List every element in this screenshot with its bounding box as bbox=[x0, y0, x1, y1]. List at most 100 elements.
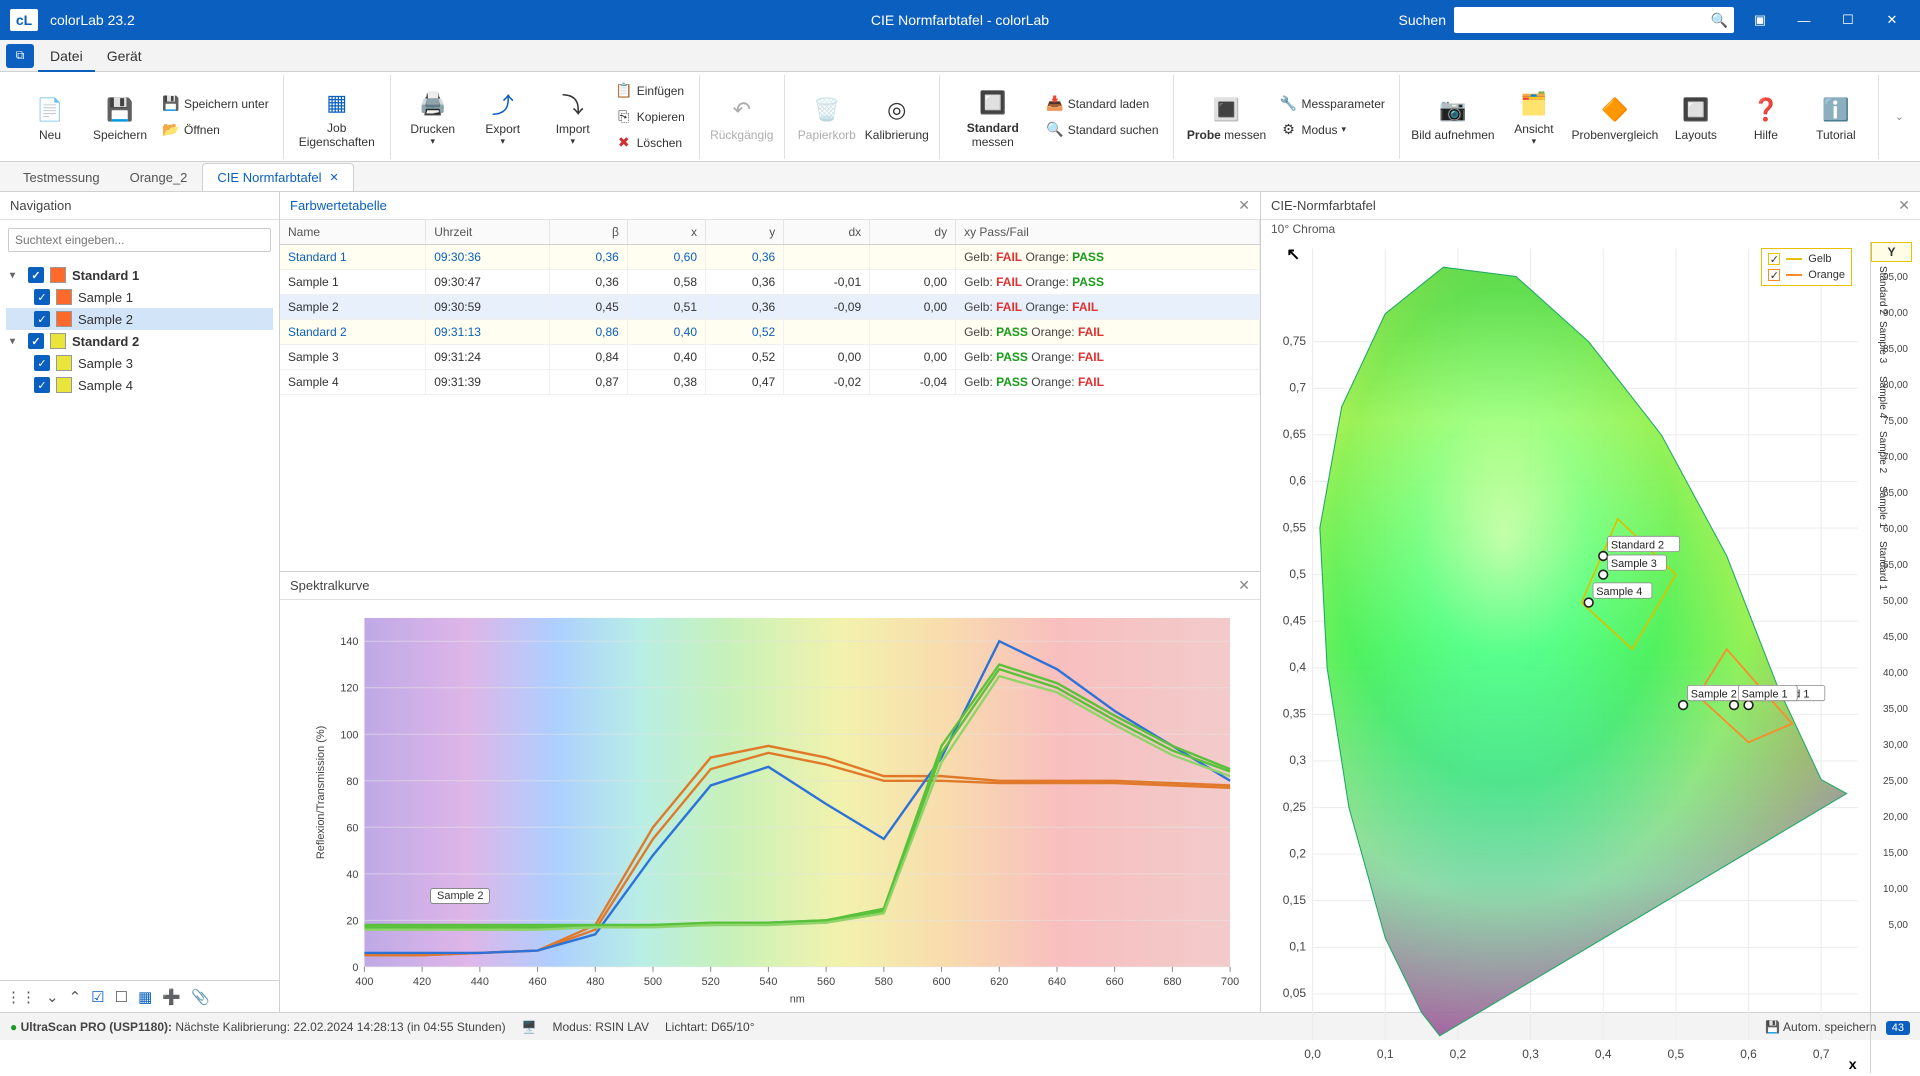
cie-title: CIE-Normfarbtafel bbox=[1271, 198, 1376, 213]
nav-down-icon[interactable]: ⌄ bbox=[46, 988, 59, 1006]
cie-close-icon[interactable]: ✕ bbox=[1898, 197, 1910, 214]
col-beta[interactable]: β bbox=[549, 220, 627, 245]
undo-button[interactable]: ↶Rückgängig bbox=[710, 79, 774, 155]
delete-button[interactable]: ✖Löschen bbox=[611, 132, 689, 154]
col-uhrzeit[interactable]: Uhrzeit bbox=[426, 220, 549, 245]
table-row[interactable]: Sample 109:30:470,360,580,36-0,010,00Gel… bbox=[280, 270, 1260, 295]
table-row[interactable]: Sample 409:31:390,870,380,47-0,02-0,04Ge… bbox=[280, 370, 1260, 395]
checkbox-icon[interactable]: ✓ bbox=[28, 333, 44, 349]
wrench-icon: 🔧 bbox=[1280, 95, 1298, 113]
col-name[interactable]: Name bbox=[280, 220, 426, 245]
svg-text:Standard 2: Standard 2 bbox=[1611, 539, 1664, 551]
file-menu-icon[interactable]: ⧉ bbox=[6, 44, 34, 68]
standard-load-button[interactable]: 📥Standard laden bbox=[1042, 93, 1163, 115]
tab-cie-normfarbtafel[interactable]: CIE Normfarbtafel✕ bbox=[202, 163, 353, 191]
save-icon: 💾 bbox=[102, 92, 138, 128]
table-close-icon[interactable]: ✕ bbox=[1238, 197, 1250, 214]
info-icon: ℹ️ bbox=[1818, 92, 1854, 128]
tutorial-button[interactable]: ℹ️Tutorial bbox=[1804, 79, 1868, 155]
help-button[interactable]: ❓Hilfe bbox=[1734, 79, 1798, 155]
checkbox-icon[interactable]: ✓ bbox=[34, 377, 50, 393]
ribbon-collapse-icon[interactable]: ⌄ bbox=[1895, 110, 1912, 123]
tree-sample-sample-3[interactable]: ✓Sample 3 bbox=[6, 352, 273, 374]
svg-text:540: 540 bbox=[759, 976, 777, 988]
col-dx[interactable]: dx bbox=[784, 220, 870, 245]
trash-button[interactable]: 🗑️Papierkorb bbox=[795, 79, 859, 155]
col-y[interactable]: y bbox=[706, 220, 784, 245]
nav-grid-icon[interactable]: ▦ bbox=[138, 988, 152, 1006]
table-row[interactable]: Standard 109:30:360,360,600,36Gelb: FAIL… bbox=[280, 245, 1260, 270]
search-input[interactable] bbox=[1460, 13, 1711, 28]
new-button[interactable]: 📄Neu bbox=[18, 79, 82, 155]
calibrate-button[interactable]: ◎Kalibrierung bbox=[865, 79, 929, 155]
open-button[interactable]: 📂Öffnen bbox=[158, 119, 273, 141]
window-maximize-icon[interactable]: ☐ bbox=[1830, 6, 1866, 34]
svg-text:0,4: 0,4 bbox=[1289, 660, 1306, 674]
cie-panel: CIE-Normfarbtafel ✕ 10° Chroma 0,050,10,… bbox=[1260, 192, 1920, 1012]
cie-chart[interactable]: 0,050,10,150,20,250,30,350,40,450,50,550… bbox=[1269, 242, 1912, 1073]
col-x[interactable]: x bbox=[627, 220, 705, 245]
svg-text:0,15: 0,15 bbox=[1283, 893, 1307, 907]
tab-close-icon[interactable]: ✕ bbox=[329, 171, 338, 184]
nav-up-icon[interactable]: ⌃ bbox=[69, 988, 82, 1006]
probe-measure-button[interactable]: 🔳Probe messen bbox=[1184, 79, 1270, 155]
tab-testmessung[interactable]: Testmessung bbox=[8, 163, 115, 191]
menu-datei[interactable]: Datei bbox=[38, 42, 95, 72]
checkbox-icon[interactable]: ✓ bbox=[34, 289, 50, 305]
search-label: Suchen bbox=[1399, 12, 1446, 28]
export-button[interactable]: ⤴Export▾ bbox=[471, 79, 535, 155]
tab-orange_2[interactable]: Orange_2 bbox=[115, 163, 203, 191]
job-properties-button[interactable]: ▦Job Eigenschaften bbox=[294, 79, 380, 155]
svg-text:0,1: 0,1 bbox=[1377, 1047, 1394, 1061]
table-row[interactable]: Standard 209:31:130,860,400,52Gelb: PASS… bbox=[280, 320, 1260, 345]
import-icon: ⤵ bbox=[555, 86, 591, 122]
save-as-button[interactable]: 💾Speichern unter bbox=[158, 93, 273, 115]
svg-text:140: 140 bbox=[340, 636, 358, 648]
tree-sample-sample-4[interactable]: ✓ Sample 4 bbox=[6, 374, 273, 396]
table-row[interactable]: Sample 309:31:240,840,400,520,000,00Gelb… bbox=[280, 345, 1260, 370]
spectral-callout: Sample 2 bbox=[430, 888, 490, 904]
compare-button[interactable]: 🔶Probenvergleich bbox=[1572, 79, 1658, 155]
spectral-chart[interactable]: 0204060801001201404004204404604805005205… bbox=[310, 608, 1240, 1007]
nav-attach-icon[interactable]: 📎 bbox=[191, 988, 210, 1006]
nav-search-input[interactable] bbox=[8, 228, 271, 252]
checkbox-icon[interactable]: ✓ bbox=[28, 267, 44, 283]
checkbox-icon[interactable]: ✓ bbox=[34, 355, 50, 371]
menu-gerät[interactable]: Gerät bbox=[95, 42, 154, 70]
svg-text:40: 40 bbox=[346, 869, 358, 881]
window-close-icon[interactable]: ✕ bbox=[1874, 6, 1910, 34]
tree-sample-sample-2[interactable]: ✓Sample 2 bbox=[6, 308, 273, 330]
mode-dropdown[interactable]: ⚙Modus ▾ bbox=[1276, 119, 1389, 141]
svg-text:0,1: 0,1 bbox=[1289, 940, 1306, 954]
spectral-close-icon[interactable]: ✕ bbox=[1238, 577, 1250, 594]
save-button[interactable]: 💾Speichern bbox=[88, 79, 152, 155]
col-dy[interactable]: dy bbox=[870, 220, 956, 245]
standard-measure-icon: 🔲 bbox=[975, 85, 1011, 121]
nav-add-icon[interactable]: ➕ bbox=[162, 988, 181, 1006]
window-minimize-icon[interactable]: — bbox=[1786, 6, 1822, 34]
standard-search-button[interactable]: 🔍Standard suchen bbox=[1042, 119, 1163, 141]
window-popout-icon[interactable]: ▣ bbox=[1742, 6, 1778, 34]
standard-measure-button[interactable]: 🔲Standard messen bbox=[950, 79, 1036, 155]
checkbox-icon[interactable]: ✓ bbox=[34, 311, 50, 327]
tree-standard-standard-2[interactable]: ▾✓Standard 2 bbox=[6, 330, 273, 352]
measure-params-button[interactable]: 🔧Messparameter bbox=[1276, 93, 1389, 115]
nav-expand-icon[interactable]: ⋮⋮ bbox=[6, 988, 36, 1006]
search-box[interactable]: 🔍 bbox=[1454, 7, 1734, 33]
paste-button[interactable]: 📋Einfügen bbox=[611, 80, 689, 102]
tree-sample-sample-1[interactable]: ✓Sample 1 bbox=[6, 286, 273, 308]
view-button[interactable]: 🗂️Ansicht▾ bbox=[1502, 79, 1566, 155]
table-row[interactable]: Sample 209:30:590,450,510,36-0,090,00Gel… bbox=[280, 295, 1260, 320]
nav-uncheck-icon[interactable]: ☐ bbox=[115, 988, 128, 1006]
import-button[interactable]: ⤵Import▾ bbox=[541, 79, 605, 155]
col-pf[interactable]: xy Pass/Fail bbox=[956, 220, 1260, 245]
nav-check-icon[interactable]: ☑ bbox=[91, 988, 104, 1006]
capture-image-button[interactable]: 📷Bild aufnehmen bbox=[1410, 79, 1496, 155]
copy-button[interactable]: ⎘Kopieren bbox=[611, 106, 689, 128]
tree-label: Sample 4 bbox=[78, 378, 133, 393]
chevron-down-icon[interactable]: ▾ bbox=[10, 336, 22, 347]
print-button[interactable]: 🖨️Drucken▾ bbox=[401, 79, 465, 155]
tree-standard-standard-1[interactable]: ▾✓Standard 1 bbox=[6, 264, 273, 286]
chevron-down-icon[interactable]: ▾ bbox=[10, 270, 22, 281]
layouts-button[interactable]: 🔲Layouts bbox=[1664, 79, 1728, 155]
